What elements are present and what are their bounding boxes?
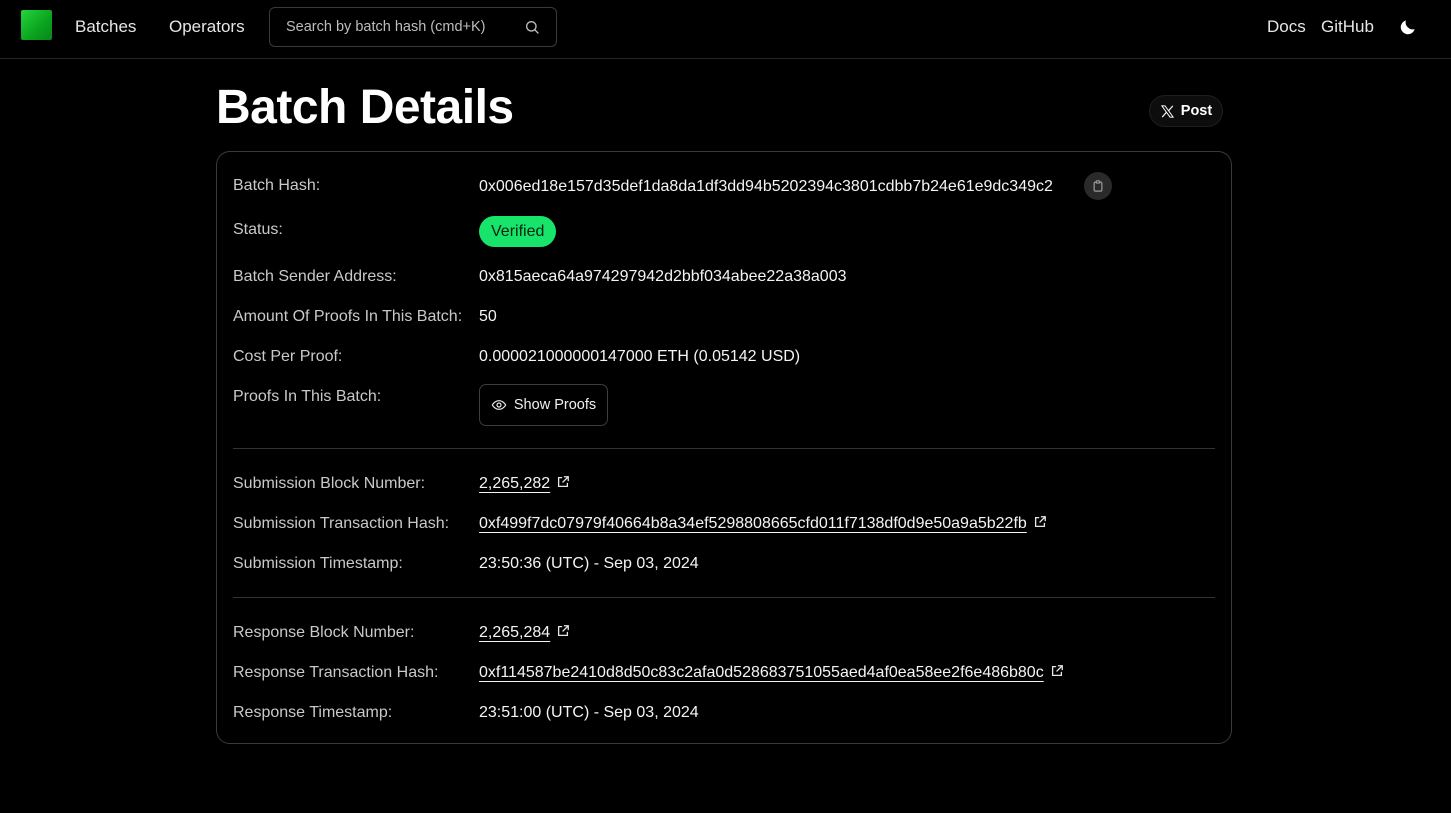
submission-tx-label: Submission Transaction Hash: [233,515,450,532]
copy-batch-hash-button[interactable] [1084,172,1112,200]
amount-label: Amount Of Proofs In This Batch: [233,308,463,325]
response-tx-label: Response Transaction Hash: [233,664,439,681]
proofs-label: Proofs In This Batch: [233,388,382,405]
section-divider [233,448,1215,449]
external-link-icon[interactable] [556,624,570,638]
external-link-icon[interactable] [1033,515,1047,529]
submission-block-link[interactable]: 2,265,282 [479,475,550,492]
nav-link-github[interactable]: GitHub [1321,17,1374,37]
response-tx-value: 0xf114587be2410d8d50c83c2afa0d5286837510… [479,664,1064,682]
submission-tx-value: 0xf499f7dc07979f40664b8a34ef5298808665cf… [479,515,1047,533]
response-block-link[interactable]: 2,265,284 [479,624,550,641]
logo[interactable] [21,10,52,40]
x-logo-icon [1160,104,1174,118]
cost-label: Cost Per Proof: [233,348,343,365]
response-tx-link[interactable]: 0xf114587be2410d8d50c83c2afa0d5286837510… [479,664,1044,681]
batch-details-card: Batch Hash: 0x006ed18e157d35def1da8da1df… [216,151,1232,744]
clipboard-icon [1093,180,1103,192]
batch-hash-value: 0x006ed18e157d35def1da8da1df3dd94b520239… [479,178,1053,195]
amount-value: 50 [479,308,497,325]
post-button-label: Post [1180,103,1213,119]
sender-value: 0x815aeca64a974297942d2bbf034abee22a38a0… [479,268,847,285]
external-link-icon[interactable] [556,475,570,489]
status-label: Status: [233,221,283,238]
top-nav: Batches Operators Docs GitHub [0,0,1451,59]
post-on-x-button[interactable]: Post [1149,95,1223,127]
cost-value: 0.000021000000147000 ETH (0.05142 USD) [479,348,801,365]
response-block-label: Response Block Number: [233,624,415,641]
submission-timestamp-value: 23:50:36 (UTC) - Sep 03, 2024 [479,555,699,572]
submission-block-label: Submission Block Number: [233,475,426,492]
sender-label: Batch Sender Address: [233,268,397,285]
status-badge: Verified [479,216,557,247]
response-timestamp-label: Response Timestamp: [233,704,393,721]
response-timestamp-value: 23:51:00 (UTC) - Sep 03, 2024 [479,704,699,721]
submission-timestamp-label: Submission Timestamp: [233,555,403,572]
show-proofs-button[interactable]: Show Proofs [479,384,608,426]
external-link-icon[interactable] [1050,664,1064,678]
search-icon[interactable] [524,19,540,35]
response-block-value: 2,265,284 [479,624,570,642]
search-input[interactable] [270,8,520,46]
section-divider [233,597,1215,598]
submission-block-value: 2,265,282 [479,475,570,493]
nav-link-batches[interactable]: Batches [75,17,136,37]
search-box [269,7,557,47]
submission-tx-link[interactable]: 0xf499f7dc07979f40664b8a34ef5298808665cf… [479,515,1027,532]
nav-link-operators[interactable]: Operators [169,17,245,37]
nav-link-docs[interactable]: Docs [1267,17,1306,37]
show-proofs-label: Show Proofs [513,397,597,413]
page-title: Batch Details [216,81,514,134]
moon-icon[interactable] [1398,17,1418,37]
eye-icon [491,400,507,410]
batch-hash-label: Batch Hash: [233,177,321,194]
